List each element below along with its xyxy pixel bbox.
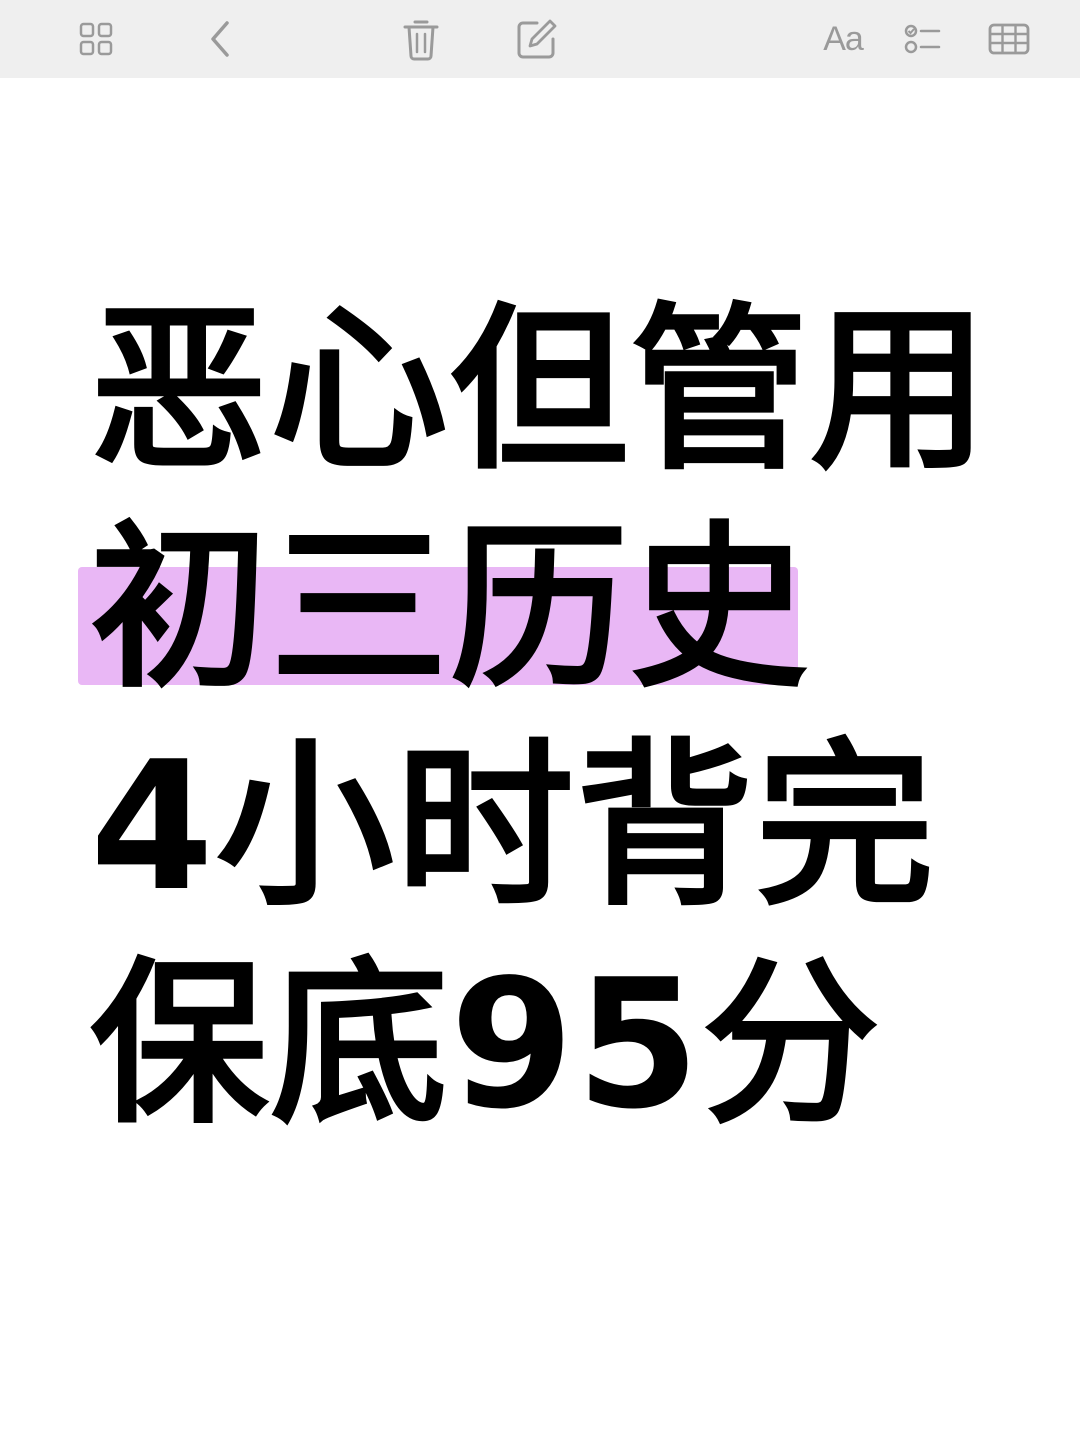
gallery-view-button[interactable] <box>70 0 122 78</box>
delete-button[interactable] <box>398 0 444 78</box>
compose-button[interactable] <box>512 0 562 78</box>
note-line-3: 4小时背完 <box>90 723 936 930</box>
back-chevron-icon <box>211 21 229 57</box>
checklist-icon <box>904 24 941 54</box>
back-button[interactable] <box>200 0 240 78</box>
grid-icon <box>79 22 113 56</box>
table-icon <box>988 23 1030 55</box>
table-button[interactable] <box>986 0 1032 78</box>
note-line-1: 恶心但管用 <box>90 287 990 494</box>
text-format-button[interactable]: Aa <box>818 0 868 78</box>
checklist-button[interactable] <box>902 0 944 78</box>
note-line-4: 保底95分 <box>90 941 882 1148</box>
compose-icon <box>517 19 557 59</box>
note-line-2: 初三历史 <box>90 505 810 712</box>
notes-toolbar: Aa <box>0 0 1080 78</box>
trash-icon <box>403 20 439 61</box>
text-format-icon: Aa <box>823 19 864 58</box>
